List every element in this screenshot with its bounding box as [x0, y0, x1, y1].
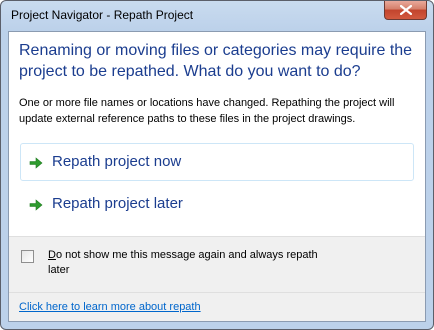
learn-more-link[interactable]: Click here to learn more about repath — [19, 301, 201, 313]
repath-now-label: Repath project now — [52, 153, 182, 170]
main-instruction: Renaming or moving files or categories m… — [19, 42, 413, 80]
repath-later-label: Repath project later — [52, 195, 183, 212]
dialog-footer: Do not show me this message again and al… — [9, 236, 425, 321]
dialog-content: Renaming or moving files or categories m… — [8, 31, 426, 322]
dont-show-again-checkbox[interactable] — [21, 250, 34, 263]
dialog-window: Project Navigator - Repath Project Renam… — [0, 0, 434, 330]
green-arrow-right-icon — [29, 199, 43, 211]
close-button[interactable] — [384, 1, 427, 20]
green-arrow-right-icon — [29, 157, 43, 169]
footer-divider — [9, 292, 425, 293]
repath-now-button[interactable]: Repath project now — [20, 143, 414, 181]
close-icon — [400, 5, 412, 15]
title-bar[interactable]: Project Navigator - Repath Project — [1, 1, 433, 31]
dont-show-again-label[interactable]: Do not show me this message again and al… — [48, 248, 318, 278]
description-text: One or more file names or locations have… — [19, 97, 395, 125]
repath-later-button[interactable]: Repath project later — [20, 185, 414, 223]
window-title: Project Navigator - Repath Project — [11, 8, 194, 22]
